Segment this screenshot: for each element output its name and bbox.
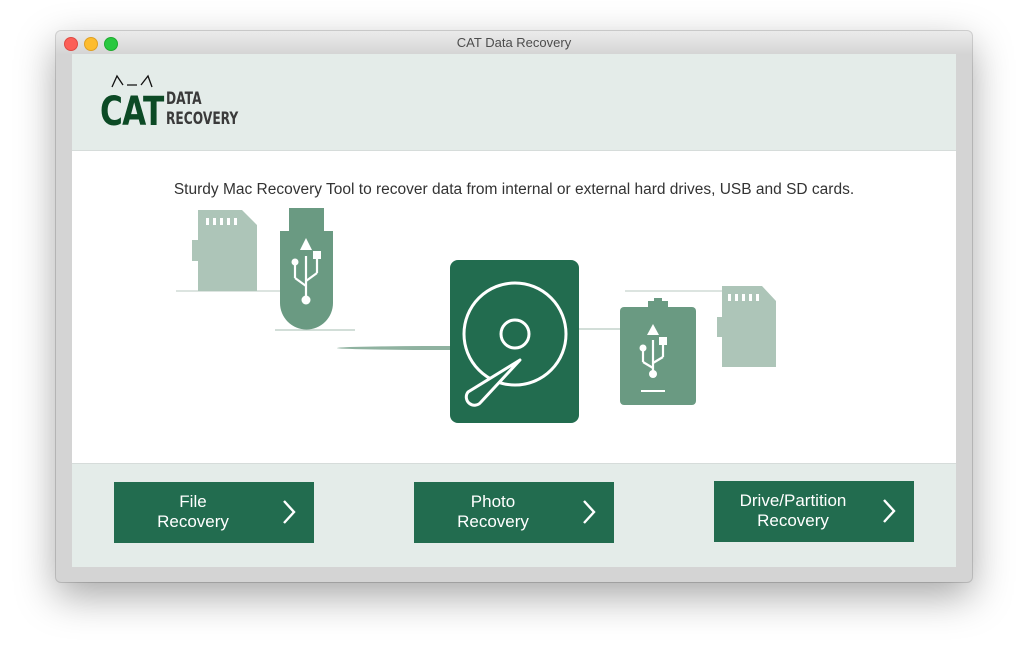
- file-recovery-button[interactable]: File Recovery: [114, 482, 314, 543]
- photo-recovery-button[interactable]: Photo Recovery: [414, 482, 614, 543]
- hard-drive-icon: [450, 260, 579, 423]
- button-label: File Recovery: [157, 492, 229, 531]
- chevron-right-icon: [883, 499, 896, 523]
- device-illustration-layer: [450, 260, 776, 423]
- window-title: CAT Data Recovery: [456, 35, 572, 50]
- drive-partition-recovery-button[interactable]: Drive/Partition Recovery: [714, 481, 914, 542]
- usb-device-icon: [620, 298, 696, 405]
- title-bar[interactable]: CAT Data Recovery: [56, 31, 972, 54]
- app-window: CAT Data Recovery CAT DATA RECOVERY Stur…: [56, 31, 972, 582]
- chevron-right-icon: [583, 500, 596, 524]
- recovery-options-panel: File Recovery Photo Recovery Drive/Partiti…: [72, 463, 956, 567]
- main-content: CAT DATA RECOVERY Sturdy Mac Recovery To…: [72, 54, 956, 567]
- chevron-right-icon: [283, 500, 296, 524]
- button-label: Photo Recovery: [457, 492, 529, 531]
- button-label: Drive/Partition Recovery: [739, 491, 847, 530]
- sd-card-icon: [717, 286, 776, 367]
